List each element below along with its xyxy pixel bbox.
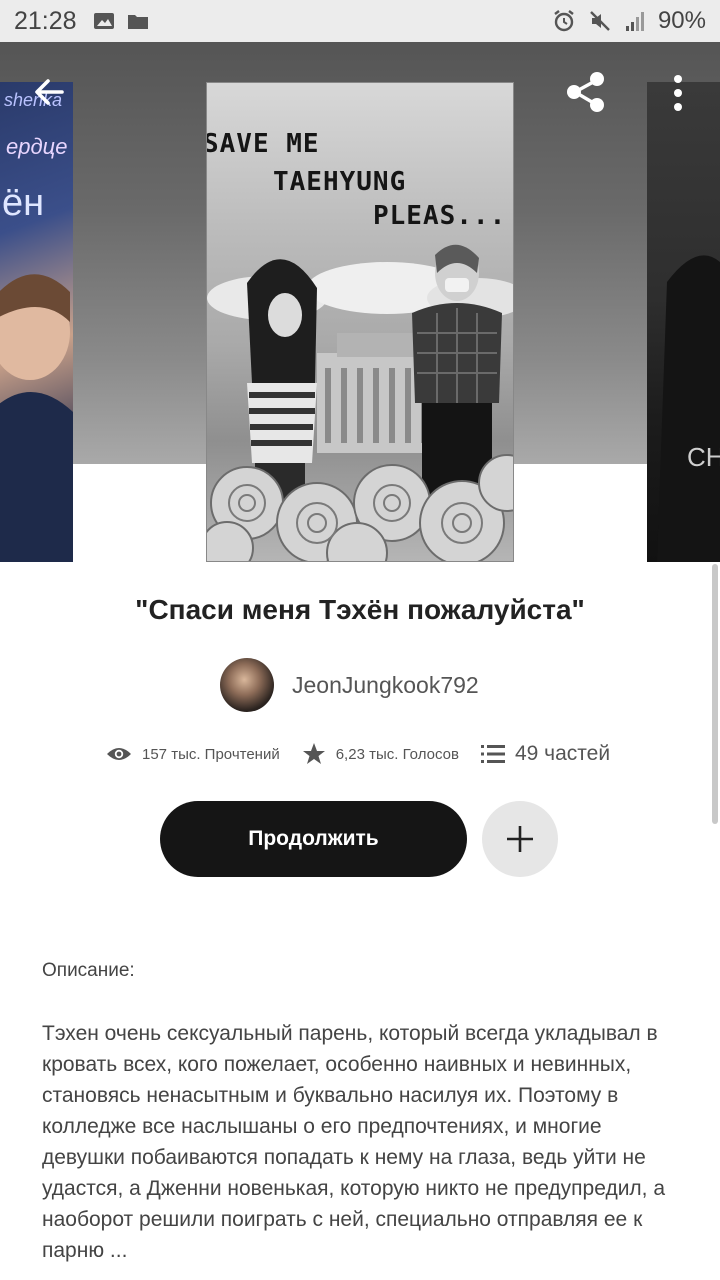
more-vertical-icon[interactable] bbox=[664, 72, 692, 116]
plus-icon bbox=[507, 826, 533, 852]
next-cover-text: CH bbox=[687, 442, 720, 472]
eye-icon bbox=[107, 748, 131, 760]
back-arrow-icon[interactable] bbox=[30, 72, 70, 112]
description-text: Тэхен очень сексуальный парень, который … bbox=[42, 1022, 666, 1262]
prev-cover-text: ердце bbox=[6, 134, 68, 159]
star-icon bbox=[302, 743, 325, 764]
mute-icon bbox=[590, 11, 610, 31]
book-cover[interactable]: SAVE ME TAEHYUNG PLEAS... bbox=[206, 82, 514, 562]
signal-icon bbox=[625, 12, 644, 31]
author-name[interactable]: JeonJungkook792 bbox=[292, 672, 479, 699]
status-time: 21:28 bbox=[14, 6, 77, 35]
votes-count: 6,23 тыс. Голосов bbox=[335, 745, 459, 763]
author-row[interactable]: JeonJungkook792 bbox=[220, 658, 479, 712]
previous-cover[interactable]: shenka ердце ён bbox=[0, 82, 73, 562]
prev-cover-text: ён bbox=[2, 182, 45, 224]
list-icon bbox=[480, 745, 505, 763]
votes-stat: 6,23 тыс. Голосов bbox=[302, 742, 459, 766]
next-cover[interactable]: CH bbox=[647, 82, 720, 562]
image-icon bbox=[93, 13, 114, 29]
cover-carousel[interactable]: shenka ердце ён CH SAVE ME TAEHYUNG PLEA… bbox=[0, 42, 720, 562]
story-stats: 157 тыс. Прочтений 6,23 тыс. Голосов 49 … bbox=[106, 742, 632, 766]
status-bar: 21:28 90% bbox=[0, 0, 720, 42]
reads-count: 157 тыс. Прочтений bbox=[142, 745, 280, 763]
battery-level: 90% bbox=[657, 7, 706, 34]
parts-stat[interactable]: 49 частей bbox=[480, 742, 611, 766]
share-icon[interactable] bbox=[562, 68, 610, 116]
cover-illustration bbox=[207, 244, 513, 561]
prev-cover-figure bbox=[0, 274, 73, 562]
reads-stat: 157 тыс. Прочтений bbox=[106, 745, 280, 763]
add-to-library-button[interactable] bbox=[482, 801, 558, 877]
alarm-icon bbox=[554, 10, 574, 32]
story-title: "Спаси меня Тэхён пожалуйста" bbox=[135, 594, 585, 625]
folder-icon bbox=[127, 15, 148, 29]
next-cover-figure bbox=[657, 255, 720, 562]
avatar[interactable] bbox=[220, 658, 274, 712]
continue-button[interactable]: Продолжить bbox=[160, 801, 467, 877]
description-label: Описание: bbox=[42, 960, 135, 981]
parts-count: 49 частей bbox=[514, 742, 611, 765]
